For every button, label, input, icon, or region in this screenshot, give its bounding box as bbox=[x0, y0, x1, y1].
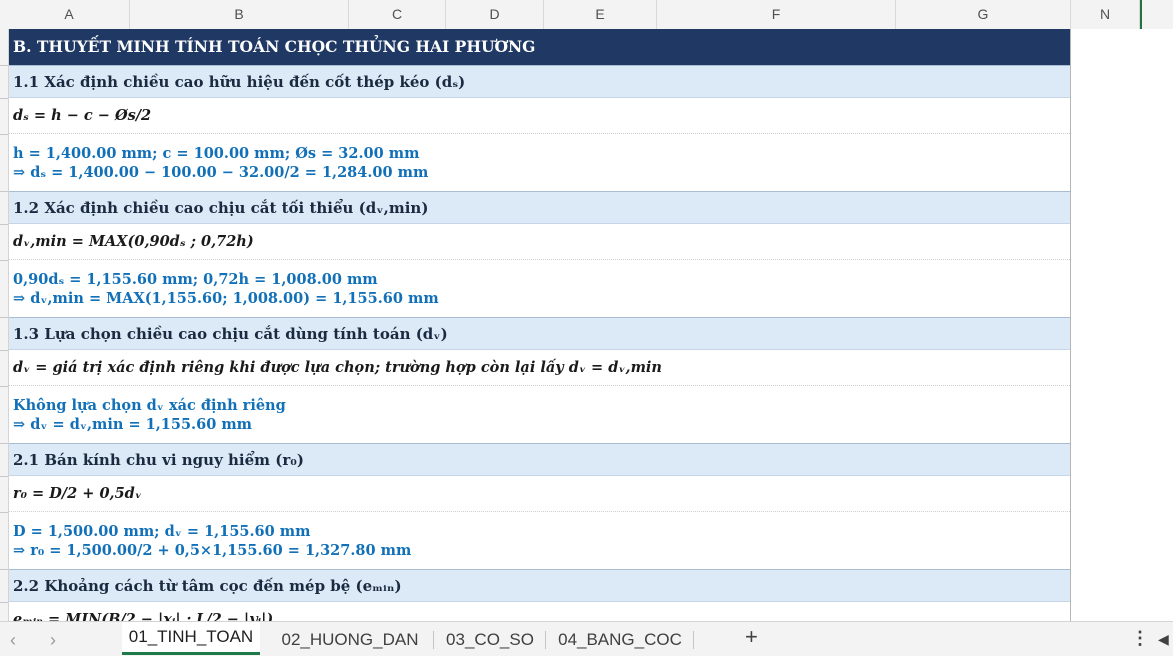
sheet-tab-tinh-toan[interactable]: 01_TINH_TOAN bbox=[122, 622, 260, 655]
calculation-cell-1-1[interactable]: h = 1,400.00 mm; c = 100.00 mm; Øs = 32.… bbox=[9, 134, 1070, 191]
calculation-input-line: Không lựa chọn dᵥ xác định riêng bbox=[13, 397, 286, 414]
section-heading-2-2[interactable]: 2.2 Khoảng cách từ tâm cọc đến mép bệ (e… bbox=[9, 569, 1070, 602]
column-header-a[interactable]: A bbox=[9, 0, 130, 29]
report-title-cell[interactable]: B. THUYẾT MINH TÍNH TOÁN CHỌC THỦNG HAI … bbox=[9, 29, 1070, 65]
column-header-n[interactable]: N bbox=[1071, 0, 1140, 29]
calculation-result-line: ⇒ dᵥ = dᵥ,min = 1,155.60 mm bbox=[13, 416, 253, 433]
formula-cell-1-1[interactable]: dₛ = h − c − Øs/2 bbox=[9, 98, 1070, 134]
row-header-strip[interactable] bbox=[0, 29, 9, 621]
column-header-f[interactable]: F bbox=[657, 0, 896, 29]
sheet-tab-huong-dan[interactable]: 02_HUONG_DAN bbox=[270, 622, 430, 655]
sheet-tab-bar: ‹ › 01_TINH_TOAN 02_HUONG_DAN 03_CO_SO 0… bbox=[0, 621, 1173, 656]
column-header-c[interactable]: C bbox=[349, 0, 446, 29]
formula-cell-1-2[interactable]: dᵥ,min = MAX(0,90dₛ ; 0,72h) bbox=[9, 224, 1070, 260]
add-sheet-button[interactable]: + bbox=[745, 624, 758, 650]
more-options-icon[interactable]: ⋮ bbox=[1131, 628, 1149, 649]
section-heading-2-1[interactable]: 2.1 Bán kính chu vi nguy hiểm (r₀) bbox=[9, 443, 1070, 476]
scroll-left-icon[interactable]: ◀ bbox=[1158, 631, 1169, 648]
calculation-cell-2-1[interactable]: D = 1,500.00 mm; dᵥ = 1,155.60 mm ⇒ r₀ =… bbox=[9, 512, 1070, 569]
calculation-cell-1-2[interactable]: 0,90dₛ = 1,155.60 mm; 0,72h = 1,008.00 m… bbox=[9, 260, 1070, 317]
calculation-input-line: 0,90dₛ = 1,155.60 mm; 0,72h = 1,008.00 m… bbox=[13, 271, 378, 288]
column-header-b[interactable]: B bbox=[130, 0, 349, 29]
section-heading-1-2[interactable]: 1.2 Xác định chiều cao chịu cắt tối thiể… bbox=[9, 191, 1070, 224]
empty-cells-area[interactable] bbox=[1071, 29, 1173, 621]
column-header-d[interactable]: D bbox=[446, 0, 544, 29]
spreadsheet-grid[interactable]: B. THUYẾT MINH TÍNH TOÁN CHỌC THỦNG HAI … bbox=[9, 29, 1071, 621]
sheet-tab-co-so[interactable]: 03_CO_SO bbox=[440, 622, 540, 655]
column-header-bar: A B C D E F G N bbox=[0, 0, 1173, 30]
column-header-selected[interactable] bbox=[1140, 0, 1173, 29]
tab-divider bbox=[693, 631, 694, 649]
formula-cell-2-2[interactable]: eₘᵢₙ = MIN(B/2 − |xᵢ| ; L/2 − |yᵢ|) bbox=[9, 602, 1070, 621]
column-header-g[interactable]: G bbox=[896, 0, 1071, 29]
calculation-cell-1-3[interactable]: Không lựa chọn dᵥ xác định riêng ⇒ dᵥ = … bbox=[9, 386, 1070, 443]
sheet-tab-bang-coc[interactable]: 04_BANG_COC bbox=[552, 622, 688, 655]
calculation-result-line: ⇒ dᵥ,min = MAX(1,155.60; 1,008.00) = 1,1… bbox=[13, 290, 439, 307]
calculation-result-line: ⇒ r₀ = 1,500.00/2 + 0,5×1,155.60 = 1,327… bbox=[13, 542, 412, 559]
calculation-result-line: ⇒ dₛ = 1,400.00 − 100.00 − 32.00/2 = 1,2… bbox=[13, 164, 429, 181]
tab-divider bbox=[433, 631, 434, 649]
calculation-input-line: h = 1,400.00 mm; c = 100.00 mm; Øs = 32.… bbox=[13, 145, 420, 162]
formula-cell-2-1[interactable]: r₀ = D/2 + 0,5dᵥ bbox=[9, 476, 1070, 512]
formula-cell-1-3[interactable]: dᵥ = giá trị xác định riêng khi được lựa… bbox=[9, 350, 1070, 386]
section-heading-1-1[interactable]: 1.1 Xác định chiều cao hữu hiệu đến cốt … bbox=[9, 65, 1070, 98]
chevron-right-icon[interactable]: › bbox=[50, 630, 56, 651]
column-header-e[interactable]: E bbox=[544, 0, 657, 29]
chevron-left-icon[interactable]: ‹ bbox=[10, 630, 16, 651]
section-heading-1-3[interactable]: 1.3 Lựa chọn chiều cao chịu cắt dùng tín… bbox=[9, 317, 1070, 350]
calculation-input-line: D = 1,500.00 mm; dᵥ = 1,155.60 mm bbox=[13, 523, 311, 540]
tab-divider bbox=[545, 631, 546, 649]
